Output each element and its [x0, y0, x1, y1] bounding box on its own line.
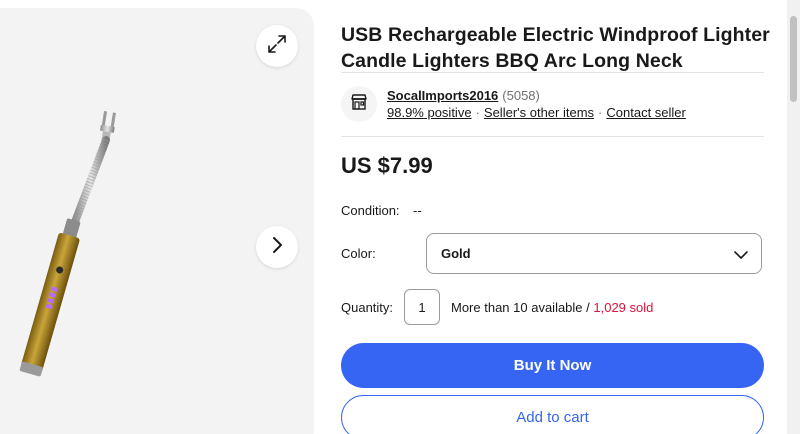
seller-name-link[interactable]: SocalImports2016: [387, 88, 498, 103]
seller-store-avatar[interactable]: [341, 86, 377, 122]
availability-text: More than 10 available / 1,029 sold: [451, 300, 653, 315]
seller-links-row: 98.9% positive · Seller's other items · Cont…: [387, 105, 686, 120]
separator: ·: [475, 105, 480, 120]
image-gallery: [0, 8, 314, 434]
color-label: Color:: [341, 246, 376, 261]
expand-arrows-icon: [267, 34, 287, 59]
product-title: USB Rechargeable Electric Windproof Ligh…: [341, 24, 770, 73]
availability-separator: /: [582, 300, 594, 315]
color-selected-value: Gold: [441, 246, 471, 261]
chevron-down-icon: [733, 247, 749, 268]
quantity-label: Quantity:: [341, 300, 394, 315]
chevron-right-icon: [269, 235, 285, 260]
product-image[interactable]: [0, 8, 314, 434]
condition-value: --: [413, 203, 422, 218]
separator: ·: [598, 105, 603, 120]
seller-name-row: SocalImports2016 (5058): [387, 88, 540, 103]
color-select[interactable]: Gold: [426, 233, 762, 274]
seller-other-items-link[interactable]: Seller's other items: [484, 105, 594, 120]
add-to-cart-button[interactable]: Add to cart: [341, 395, 764, 434]
seller-feedback-count: (5058): [502, 88, 540, 103]
scrollbar-thumb[interactable]: [790, 16, 797, 102]
buy-it-now-button[interactable]: Buy It Now: [341, 343, 764, 388]
store-icon: [349, 92, 369, 117]
price: US $7.99: [341, 153, 433, 178]
seller-positive-feedback-link[interactable]: 98.9% positive: [387, 105, 472, 120]
page-scrollbar[interactable]: [787, 0, 800, 434]
condition-label: Condition:: [341, 203, 400, 218]
quantity-input[interactable]: 1: [404, 289, 440, 325]
divider: [341, 72, 764, 73]
next-image-button[interactable]: [256, 226, 298, 268]
sold-count: 1,029 sold: [593, 300, 654, 315]
divider: [341, 136, 764, 137]
available-count: More than 10 available: [451, 300, 583, 315]
expand-image-button[interactable]: [256, 25, 298, 67]
contact-seller-link[interactable]: Contact seller: [606, 105, 685, 120]
listing-page: USB Rechargeable Electric Windproof Ligh…: [0, 0, 800, 434]
